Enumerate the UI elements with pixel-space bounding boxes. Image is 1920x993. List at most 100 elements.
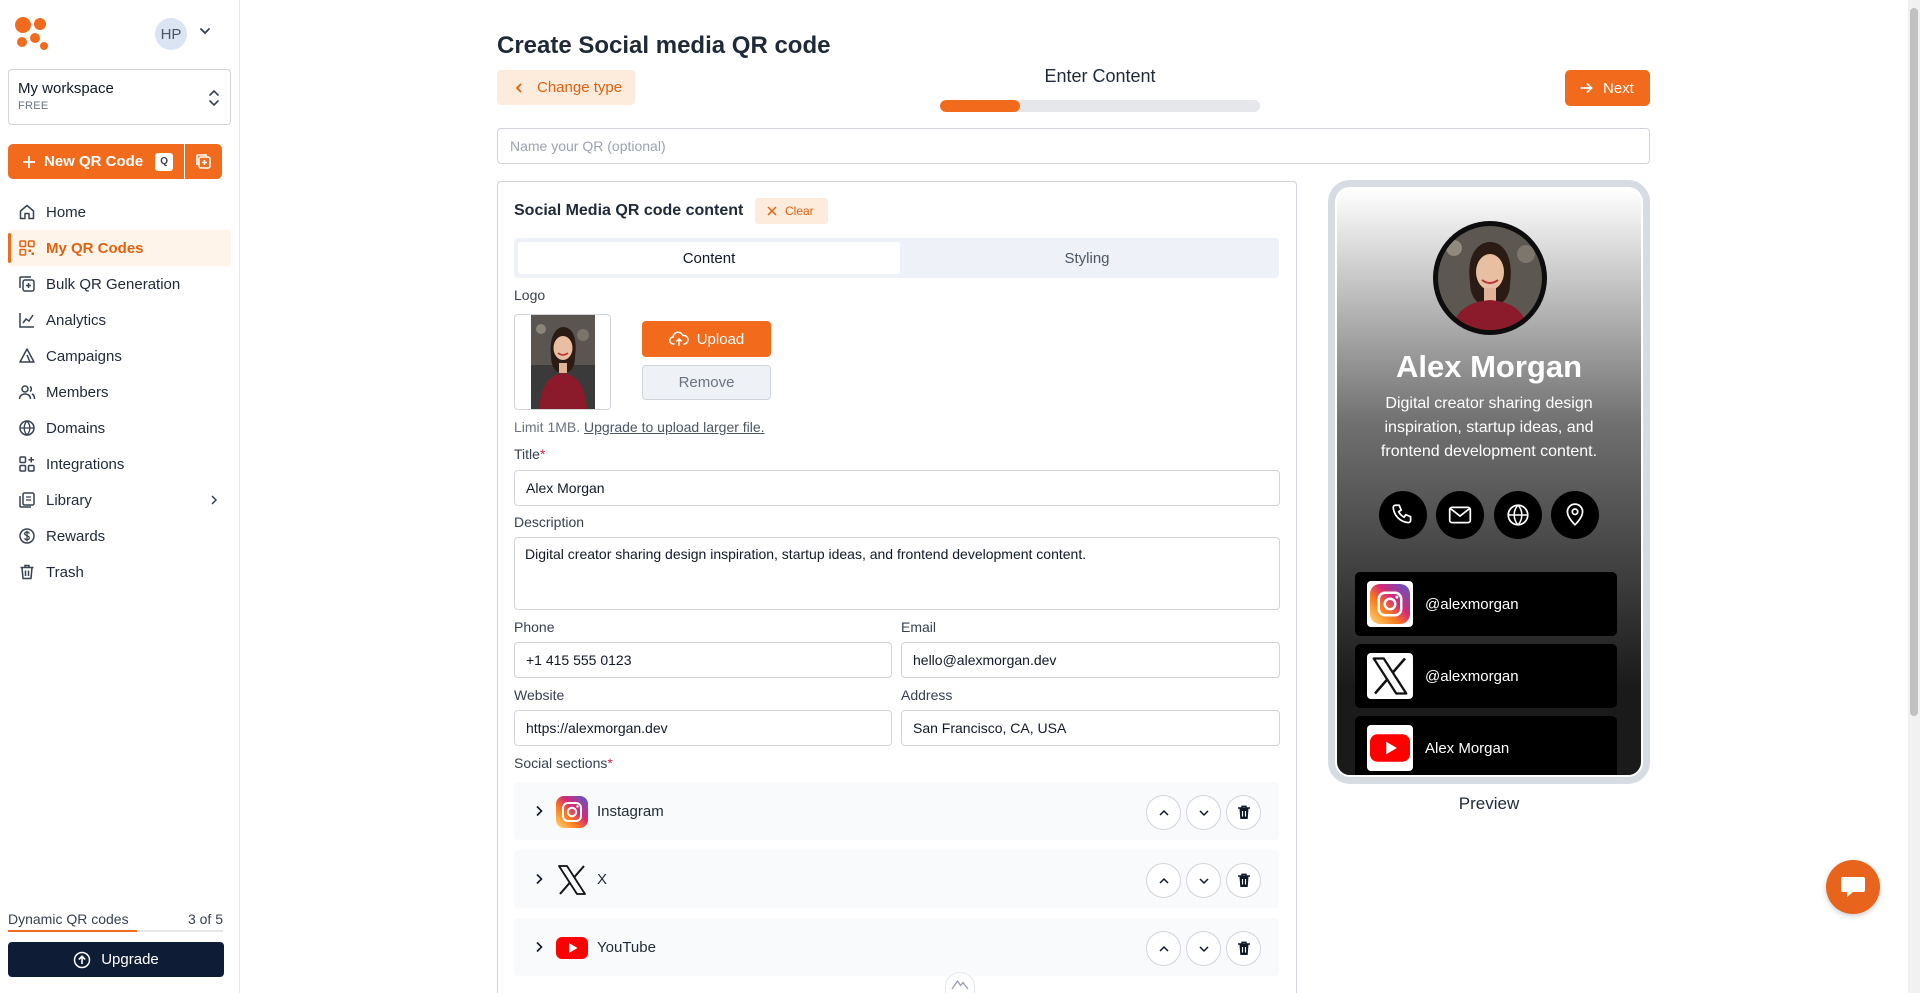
next-label: Next [1603,79,1634,97]
chevron-up-icon [1158,877,1169,884]
preview-phone-button[interactable] [1379,491,1427,539]
preview-link-text: Alex Morgan [1425,739,1510,757]
instagram-icon [1370,584,1410,624]
sidebar: HP My workspace FREE New QR Code Q Home … [0,0,240,993]
chevron-right-icon[interactable] [532,940,546,954]
preview-link-icon [1367,653,1413,699]
qr-name-input[interactable] [497,128,1650,164]
globe-icon [1507,504,1529,526]
sidebar-item-members[interactable]: Members [8,374,231,410]
preview-name: Alex Morgan [1395,349,1583,384]
limit-text: Limit 1MB. [514,419,581,435]
move-down-button[interactable] [1186,931,1221,966]
card-title: Social Media QR code content [514,202,744,219]
bulk-add-icon [19,276,35,292]
sidebar-item-analytics[interactable]: Analytics [8,302,231,338]
workspace-selector[interactable]: My workspace FREE [8,69,231,125]
sidebar-item-integrations[interactable]: Integrations [8,446,231,482]
sidebar-item-bulk-qr-generation[interactable]: Bulk QR Generation [8,266,231,302]
app-logo-icon[interactable] [14,16,52,52]
chevron-up-icon [1158,809,1169,816]
change-type-button[interactable]: Change type [497,70,635,105]
cloud-upload-icon [668,331,689,346]
move-up-button[interactable] [1146,863,1181,898]
phone-icon [1392,504,1412,524]
preview-link-x[interactable]: @alexmorgan [1355,644,1617,708]
youtube-icon [556,937,588,959]
phone-preview: Alex Morgan Digital creator sharing desi… [1328,180,1650,784]
next-button[interactable]: Next [1565,70,1650,106]
website-input[interactable]: https://alexmorgan.dev [514,710,892,746]
move-down-button[interactable] [1186,795,1221,830]
delete-button[interactable] [1226,795,1261,830]
sidebar-item-label: Domains [46,419,106,437]
email-input[interactable]: hello@alexmorgan.dev [901,642,1280,678]
social-name: YouTube [597,939,656,956]
scrollbar-thumb[interactable] [1910,8,1918,716]
duplicate-qr-button[interactable] [185,144,222,179]
mail-icon [1449,506,1472,524]
content-tabs: Content Styling [514,238,1279,278]
dynamic-qr-progress-fill [8,930,137,932]
preview-address-button[interactable] [1550,491,1599,539]
new-qr-code-button[interactable]: New QR Code Q [8,144,184,179]
chevron-right-icon[interactable] [532,804,546,818]
chevron-up-down-icon [209,89,219,107]
copy-plus-icon [195,153,211,169]
dynamic-qr-progress [8,930,223,932]
address-input[interactable]: San Francisco, CA, USA [901,710,1280,746]
preview-link-instagram[interactable]: @alexmorgan [1355,572,1617,636]
sidebar-item-home[interactable]: Home [8,194,231,230]
sidebar-item-domains[interactable]: Domains [8,410,231,446]
move-up-button[interactable] [1146,931,1181,966]
tab-content[interactable]: Content [518,242,900,274]
sidebar-item-rewards[interactable]: Rewards [8,518,231,554]
upgrade-button[interactable]: Upgrade [8,942,224,977]
move-up-button[interactable] [1146,795,1181,830]
delete-button[interactable] [1226,863,1261,898]
title-label: Title* [514,446,545,462]
description-textarea[interactable]: Digital creator sharing design inspirati… [514,537,1280,610]
upload-button[interactable]: Upload [642,321,771,357]
sidebar-item-library[interactable]: Library [8,482,231,518]
preview-email-button[interactable] [1436,491,1485,539]
logo-label: Logo [514,287,546,303]
social-row-instagram[interactable]: Instagram [514,782,1279,840]
workspace-name: My workspace [18,80,114,97]
clear-button[interactable]: Clear [755,198,828,224]
chevron-down-icon [1198,945,1209,952]
delete-button[interactable] [1226,931,1261,966]
sidebar-item-trash[interactable]: Trash [8,554,231,590]
qr-grid-icon [19,240,35,256]
user-avatar[interactable]: HP [155,18,187,50]
preview-link-icon [1367,725,1413,771]
page-scrollbar[interactable] [1908,0,1920,993]
chevron-down-icon [1198,809,1209,816]
dynamic-qr-count: 3 of 5 [187,911,223,927]
preview-link-youtube[interactable]: Alex Morgan [1355,716,1617,775]
chevron-down-icon[interactable] [198,24,212,38]
sidebar-item-label: Integrations [46,455,125,473]
upgrade-upload-link[interactable]: Upgrade to upload larger file. [584,419,765,435]
preview-website-button[interactable] [1493,491,1542,539]
globe-icon [19,420,35,436]
phone-input[interactable]: +1 415 555 0123 [514,642,892,678]
chat-support-button[interactable] [1826,860,1880,914]
step-label: Enter Content [1044,66,1156,86]
social-row-x[interactable]: X [514,850,1279,908]
title-input[interactable]: Alex Morgan [514,470,1280,506]
sidebar-item-my-qr-codes[interactable]: My QR Codes [8,230,231,266]
sidebar-item-campaigns[interactable]: Campaigns [8,338,231,374]
trash-icon [1237,805,1250,819]
chevron-right-icon[interactable] [532,872,546,886]
remove-button[interactable]: Remove [642,365,771,400]
tab-styling[interactable]: Styling [896,242,1278,274]
campaign-icon [19,348,35,363]
step-progress-fill [940,100,1020,112]
social-row-youtube[interactable]: YouTube [514,918,1279,976]
move-down-button[interactable] [1186,863,1221,898]
website-label: Website [514,687,565,703]
sidebar-item-label: Campaigns [46,347,122,365]
analytics-icon [19,313,34,328]
portrait-image [530,315,595,409]
